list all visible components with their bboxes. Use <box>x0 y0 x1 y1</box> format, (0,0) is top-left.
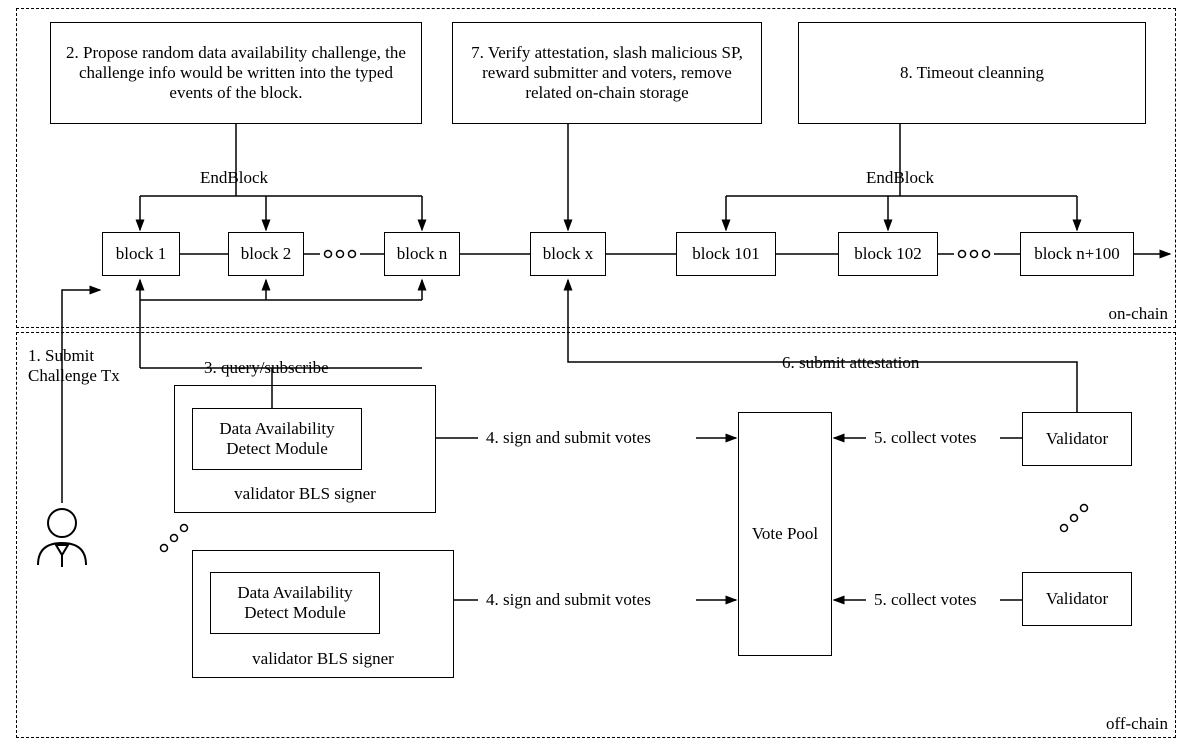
validator-2: Validator <box>1022 572 1132 626</box>
block-n100: block n+100 <box>1020 232 1134 276</box>
validator-2-label: Validator <box>1046 589 1108 609</box>
offchain-label: off-chain <box>1106 714 1168 734</box>
block-2-label: block 2 <box>241 244 292 264</box>
vote-pool: Vote Pool <box>738 412 832 656</box>
signer-2-label: validator BLS signer <box>252 649 394 669</box>
endblock-label-left: EndBlock <box>198 168 270 188</box>
block-n: block n <box>384 232 460 276</box>
block-x: block x <box>530 232 606 276</box>
detect-1-label: Data Availability Detect Module <box>203 419 351 459</box>
detect-1: Data Availability Detect Module <box>192 408 362 470</box>
step6-label: 6. submit attestation <box>780 353 921 373</box>
step1-label: 1. Submit Challenge Tx <box>26 346 136 386</box>
detect-2-label: Data Availability Detect Module <box>221 583 369 623</box>
step5-label-2: 5. collect votes <box>872 590 978 610</box>
step2-text: 2. Propose random data availability chal… <box>61 43 411 103</box>
block-102: block 102 <box>838 232 938 276</box>
vote-pool-label: Vote Pool <box>752 524 818 544</box>
step8-box: 8. Timeout cleanning <box>798 22 1146 124</box>
endblock-label-right: EndBlock <box>864 168 936 188</box>
onchain-label: on-chain <box>1109 304 1168 324</box>
validator-1-label: Validator <box>1046 429 1108 449</box>
step8-text: 8. Timeout cleanning <box>900 63 1044 83</box>
block-n-label: block n <box>397 244 448 264</box>
detect-2: Data Availability Detect Module <box>210 572 380 634</box>
step7-box: 7. Verify attestation, slash malicious S… <box>452 22 762 124</box>
block-x-label: block x <box>543 244 594 264</box>
step4-label-1: 4. sign and submit votes <box>484 428 653 448</box>
step3-label: 3. query/subscribe <box>202 358 331 378</box>
block-101: block 101 <box>676 232 776 276</box>
block-2: block 2 <box>228 232 304 276</box>
block-1-label: block 1 <box>116 244 167 264</box>
validator-1: Validator <box>1022 412 1132 466</box>
step7-text: 7. Verify attestation, slash malicious S… <box>463 43 751 103</box>
signer-1-label: validator BLS signer <box>234 484 376 504</box>
block-102-label: block 102 <box>854 244 922 264</box>
block-101-label: block 101 <box>692 244 760 264</box>
block-n100-label: block n+100 <box>1034 244 1120 264</box>
step4-label-2: 4. sign and submit votes <box>484 590 653 610</box>
block-1: block 1 <box>102 232 180 276</box>
step2-box: 2. Propose random data availability chal… <box>50 22 422 124</box>
step5-label-1: 5. collect votes <box>872 428 978 448</box>
